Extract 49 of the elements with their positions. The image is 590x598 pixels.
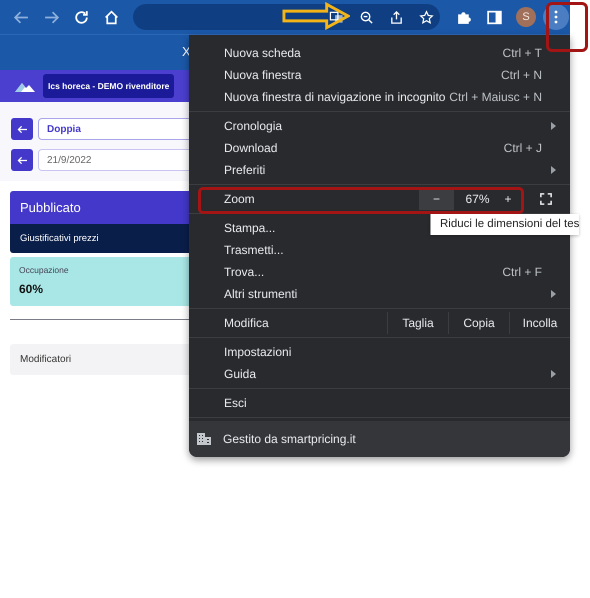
submenu-arrow-icon: [551, 122, 556, 130]
back-icon[interactable]: [13, 8, 30, 26]
translate-icon[interactable]: [329, 10, 344, 24]
forward-icon[interactable]: [43, 8, 60, 26]
shortcut-label: Ctrl + N: [500, 68, 542, 82]
edit-action-button[interactable]: Incolla: [509, 312, 570, 334]
zoom-out-button[interactable]: −: [419, 188, 454, 210]
edit-label: Modifica: [224, 316, 270, 330]
submenu-arrow-icon: [551, 166, 556, 174]
menu-item[interactable]: Nuova finestra di navigazione in incognito Ctrl + Maiusc + N: [189, 86, 570, 108]
zoom-level: 67%: [464, 192, 491, 206]
menu-item[interactable]: Nuova scheda Ctrl + T: [189, 42, 570, 64]
address-bar[interactable]: [133, 4, 440, 30]
shortcut-label: Ctrl + J: [504, 141, 542, 155]
home-icon[interactable]: [103, 8, 120, 26]
menu-icon: [554, 10, 558, 24]
menu-item[interactable]: Nuova finestra Ctrl + N: [189, 64, 570, 86]
zoom-in-button[interactable]: +: [495, 188, 521, 210]
zoom-out-icon[interactable]: [359, 10, 374, 24]
star-icon[interactable]: [419, 10, 434, 24]
submenu-arrow-icon: [551, 370, 556, 378]
managed-by-row[interactable]: Gestito da smartpricing.it: [189, 421, 570, 457]
highlight-frame: [546, 2, 588, 52]
share-icon[interactable]: [389, 10, 404, 24]
reload-icon[interactable]: [73, 8, 90, 26]
fullscreen-icon[interactable]: [540, 193, 552, 205]
building-icon: [197, 433, 211, 445]
modifiers-label: Modificatori: [20, 354, 72, 365]
annotation-arrow: [282, 2, 350, 30]
edit-action-button[interactable]: Taglia: [387, 312, 448, 334]
shortcut-label: Ctrl + T: [502, 46, 542, 60]
sidebar-icon[interactable]: [486, 8, 503, 26]
menu-item[interactable]: Altri strumenti: [189, 283, 570, 305]
shortcut-label: Ctrl + F: [502, 265, 542, 279]
submenu-arrow-icon: [551, 290, 556, 298]
tooltip: Riduci le dimensioni del tes: [430, 214, 580, 235]
arrow-left-icon: [16, 124, 28, 134]
occupancy-value: 60%: [19, 282, 44, 296]
menu-item[interactable]: Esci: [189, 392, 570, 414]
account-selector[interactable]: Ics horeca - DEMO rivenditore: [43, 74, 174, 98]
edit-action-button[interactable]: Copia: [448, 312, 509, 334]
menu-item[interactable]: Trova... Ctrl + F: [189, 261, 570, 283]
back-arrow-button[interactable]: [11, 149, 33, 171]
arrow-left-icon: [16, 156, 28, 164]
managed-by-label: Gestito da smartpricing.it: [223, 432, 356, 446]
shortcut-label: Ctrl + Maiusc + N: [449, 90, 542, 104]
occupancy-label: Occupazione: [19, 265, 69, 275]
back-arrow-button[interactable]: [11, 118, 33, 140]
zoom-label: Zoom: [224, 192, 256, 206]
